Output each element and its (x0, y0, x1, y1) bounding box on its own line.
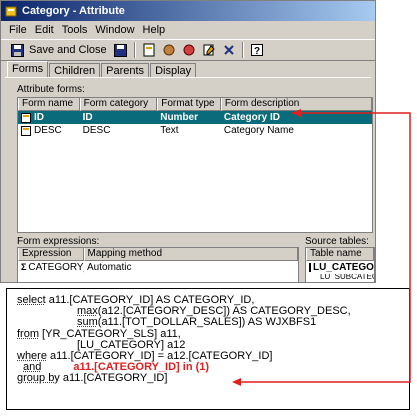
grid-header: Expression Mapping method (18, 248, 298, 261)
table-row[interactable]: Σ CATEGORY_ID Automatic (18, 261, 298, 274)
col-mapping-method[interactable]: Mapping method (83, 248, 298, 261)
tab-children[interactable]: Children (49, 63, 101, 78)
sql-text: (a12.[CATEGORY_DESC]) AS CATEGORY_DESC, (97, 305, 351, 318)
table-name-cell: LU_CATEGORY (313, 262, 374, 273)
menu-edit[interactable]: Edit (31, 24, 58, 36)
col-expression[interactable]: Expression (18, 248, 84, 261)
title-bar: Category - Attribute (1, 1, 375, 21)
table-row[interactable]: LU_SUBCATEGORY (306, 274, 374, 280)
toolbar: Save and Close ? (1, 39, 375, 61)
save-and-close-label: Save and Close (29, 44, 107, 56)
edit-form-icon[interactable] (160, 41, 178, 59)
menu-help[interactable]: Help (139, 24, 170, 36)
source-tables-label: Source tables: (305, 236, 369, 247)
format-type-cell: Text (160, 125, 179, 136)
form-name-cell: DESC (34, 125, 62, 136)
attribute-forms-grid[interactable]: Form name Form category Format type Form… (17, 97, 373, 233)
expression-cell: CATEGORY_ID (28, 262, 84, 273)
sql-text: a11.[CATEGORY_ID] = a12.[CATEGORY_ID] (46, 349, 273, 362)
sql-text: [LU_CATEGORY] a12 (77, 338, 186, 351)
window-title: Category - Attribute (22, 5, 125, 17)
properties-icon[interactable] (180, 41, 198, 59)
toolbar-separator (241, 42, 244, 58)
forms-panel: Attribute forms: Form name Form category… (5, 77, 375, 282)
menu-window[interactable]: Window (91, 24, 138, 36)
sql-line-from: from [YR_CATEGORY_SLS] a11, (17, 327, 409, 340)
form-description-cell: Category ID (223, 112, 280, 123)
form-icon (21, 112, 31, 123)
mapping-method-cell: Automatic (87, 262, 132, 273)
form-expressions-grid[interactable]: Expression Mapping method Σ CATEGORY_ID … (17, 247, 299, 282)
new-form-icon[interactable] (140, 41, 158, 59)
sql-text: a11.[CATEGORY_ID] (59, 372, 168, 385)
form-category-cell: ID (82, 112, 93, 123)
sql-keyword: and (23, 361, 42, 374)
form-category-cell: DESC (82, 125, 111, 136)
form-icon (21, 125, 31, 136)
source-tables-grid[interactable]: Table name LU_CATEGORY LU_SUBCATEGORY (305, 247, 375, 282)
col-form-description[interactable]: Form description (220, 98, 372, 111)
sql-text: (a11.[TOT_DOLLAR_SALES]) AS WJXBFS1 (97, 316, 317, 329)
table-row[interactable]: LU_CATEGORY (306, 261, 374, 274)
sql-keyword: group by (17, 372, 60, 385)
sql-keyword: from (17, 327, 39, 340)
save-and-close-button[interactable]: Save and Close (5, 41, 110, 59)
sql-keyword: where (17, 349, 47, 362)
grid-header: Form name Form category Format type Form… (18, 98, 372, 111)
attribute-icon (4, 4, 18, 18)
sigma-icon: Σ (21, 262, 27, 272)
tab-display[interactable]: Display (150, 63, 197, 78)
sql-line-groupby: group by a11.[CATEGORY_ID] (17, 373, 409, 384)
sql-keyword: max (77, 305, 98, 318)
svg-text:?: ? (254, 46, 260, 57)
toolbar-separator (133, 42, 136, 58)
modify-icon[interactable] (200, 41, 218, 59)
table-row[interactable]: ID ID Number Category ID (18, 111, 372, 124)
sql-filter-highlight: a11.[CATEGORY_ID] in (1) (73, 361, 210, 374)
save-icon[interactable] (112, 41, 130, 59)
form-description-cell: Category Name (223, 125, 294, 136)
col-table-name[interactable]: Table name (306, 248, 374, 261)
col-format-type[interactable]: Format type (157, 98, 221, 111)
delete-icon[interactable] (220, 41, 238, 59)
tab-forms[interactable]: Forms (7, 61, 49, 78)
table-row[interactable]: DESC DESC Text Category Name (18, 124, 372, 137)
menu-bar: File Edit Tools Window Help (1, 21, 375, 39)
table-name-cell: LU_SUBCATEGORY (320, 274, 374, 280)
help-icon[interactable]: ? (248, 41, 266, 59)
sql-text: a11.[CATEGORY_ID] AS CATEGORY_ID, (45, 294, 255, 306)
tab-strip: Forms Children Parents Display (7, 61, 197, 78)
form-name-cell: ID (34, 112, 44, 123)
col-form-name[interactable]: Form name (18, 98, 80, 111)
menu-file[interactable]: File (5, 24, 31, 36)
col-form-category[interactable]: Form category (79, 98, 158, 111)
sql-keyword: select (17, 294, 46, 306)
checkbox-icon (309, 263, 311, 272)
attribute-editor-window: Category - Attribute File Edit Tools Win… (0, 0, 376, 283)
sql-keyword: sum (77, 316, 98, 329)
generated-sql-box: select a11.[CATEGORY_ID] AS CATEGORY_ID,… (6, 288, 410, 410)
attribute-forms-label: Attribute forms: (17, 84, 85, 95)
format-type-cell: Number (160, 112, 199, 123)
save-icon (8, 41, 26, 59)
menu-tools[interactable]: Tools (58, 24, 92, 36)
grid-header: Table name (306, 248, 374, 261)
sql-text: [YR_CATEGORY_SLS] a11, (39, 327, 181, 340)
form-expressions-label: Form expressions: (17, 236, 100, 247)
tab-parents[interactable]: Parents (101, 63, 150, 78)
